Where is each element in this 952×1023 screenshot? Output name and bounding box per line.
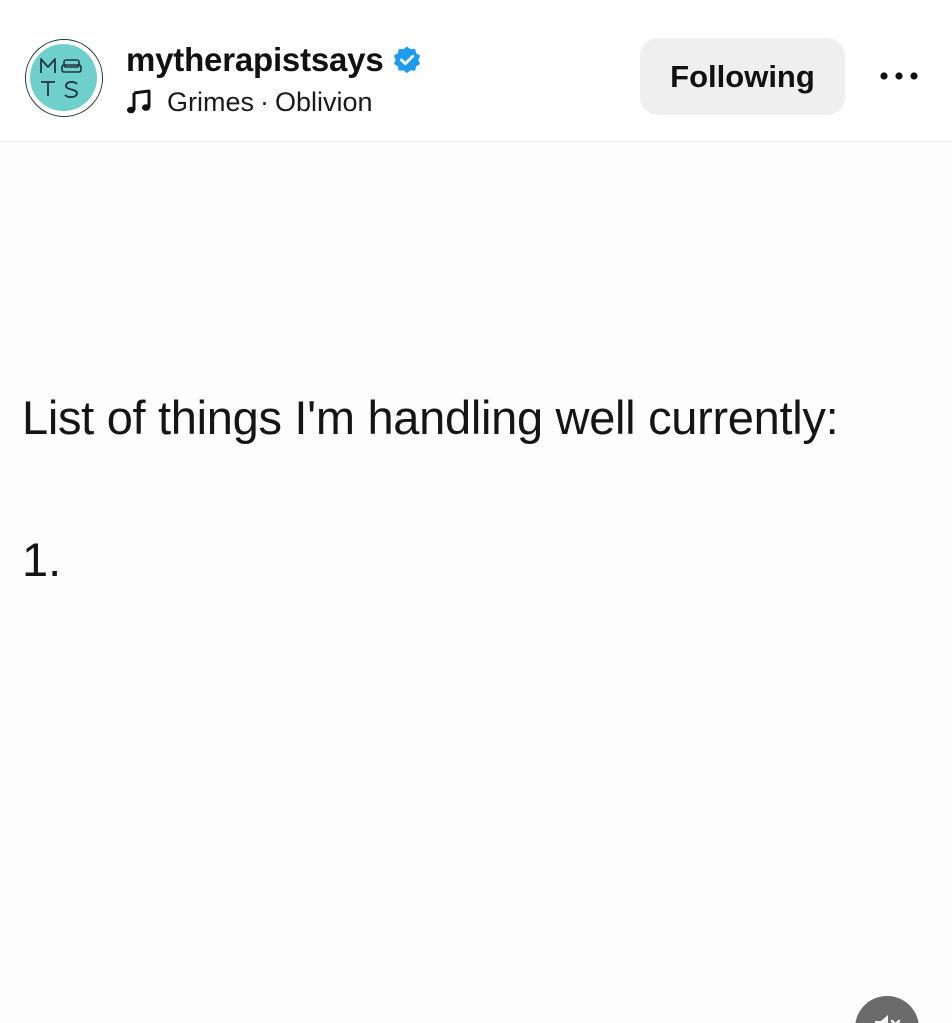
post-text-heading: List of things I'm handling well current… <box>22 391 839 444</box>
avatar-logo-icon <box>40 58 82 98</box>
audio-artist: Grimes <box>167 86 254 117</box>
music-note-icon <box>127 89 151 113</box>
more-horizontal-icon <box>880 72 918 80</box>
audio-attribution[interactable]: Grimes · Oblivion <box>126 82 373 122</box>
author-username[interactable]: mytherapistsays <box>126 41 384 79</box>
post-media[interactable] <box>0 143 952 1023</box>
speaker-muted-icon <box>875 1015 901 1023</box>
audio-track: Oblivion <box>275 86 373 117</box>
author-avatar[interactable] <box>25 39 103 117</box>
username-row: mytherapistsays <box>126 38 422 82</box>
audio-separator: · <box>260 86 269 117</box>
post-header: mytherapistsays Grimes · Oblivion Follow… <box>0 0 952 142</box>
following-button[interactable]: Following <box>640 38 845 115</box>
verified-badge-icon <box>394 46 421 74</box>
post-list-item-number: 1. <box>22 533 62 586</box>
instagram-post: mytherapistsays Grimes · Oblivion Follow… <box>0 0 952 1023</box>
more-options-button[interactable] <box>871 56 927 96</box>
